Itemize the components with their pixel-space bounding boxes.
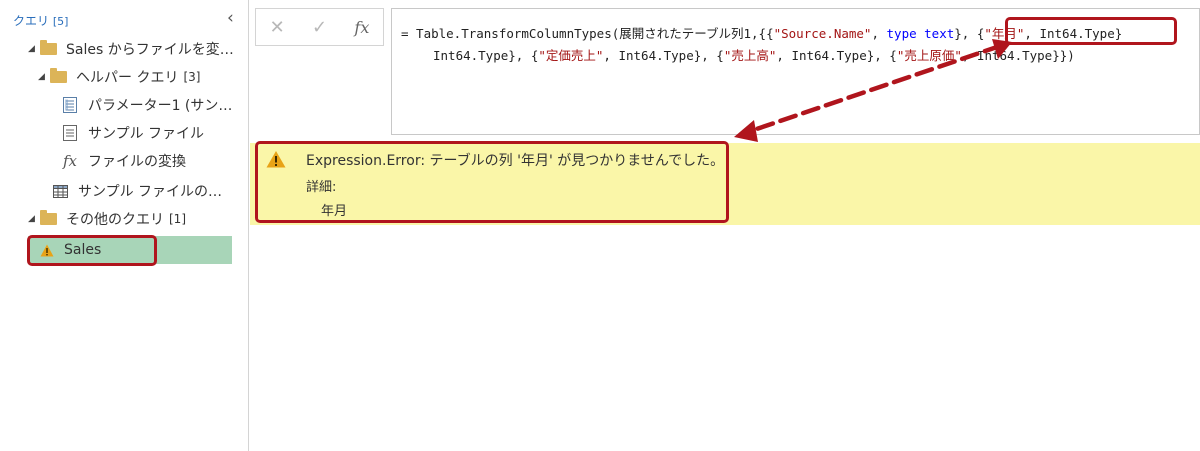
tree-group-other-queries[interactable]: ◢ その他のクエリ [1]	[28, 206, 246, 232]
queries-pane: クエリ [5] ‹ ◢ Sales からファイルを変… ◢ ヘルパー クエリ […	[0, 0, 249, 451]
tree-item-label: Sales からファイルを変…	[66, 42, 234, 58]
group-count: [1]	[169, 212, 186, 226]
collapse-pane-button[interactable]: ‹	[227, 8, 234, 28]
tree-item-label: Sales	[64, 242, 102, 258]
document-icon	[62, 125, 78, 141]
expand-triangle-icon[interactable]: ◢	[28, 44, 40, 54]
tree-item-label: サンプル ファイルの…	[78, 184, 223, 200]
tree-item-parameter1[interactable]: パラメーター1 (サン…	[62, 92, 246, 118]
tree-item-label: パラメーター1 (サン…	[88, 98, 233, 114]
tree-item-sales[interactable]: Sales	[28, 236, 232, 264]
formula-editor[interactable]: = Table.TransformColumnTypes(展開されたテーブル列1…	[391, 8, 1200, 135]
error-title: Expression.Error: テーブルの列 '年月' が見つかりませんでし…	[306, 153, 725, 169]
formula-string: "売上原価"	[896, 48, 962, 63]
tree-group-sales-transform[interactable]: ◢ Sales からファイルを変…	[28, 36, 246, 62]
tree-item-label: ファイルの変換	[88, 154, 186, 170]
function-icon: fx	[62, 152, 77, 170]
error-detail-label: 詳細:	[306, 180, 337, 195]
formula-string: "売上高"	[723, 48, 777, 63]
warning-icon	[40, 244, 54, 256]
error-detail-value: 年月	[321, 204, 348, 219]
table-icon	[52, 183, 68, 199]
formula-code: , Int64.Type}	[1024, 26, 1123, 41]
tree-item-sample-file[interactable]: サンプル ファイル	[62, 120, 246, 146]
group-count: [3]	[183, 70, 201, 84]
folder-icon	[40, 210, 57, 225]
tree-item-label: ヘルパー クエリ	[76, 70, 179, 86]
formula-code: Int64.Type}, {	[433, 48, 539, 63]
folder-icon	[50, 68, 67, 83]
insert-function-button[interactable]: fx	[354, 18, 369, 37]
expand-triangle-icon[interactable]: ◢	[38, 72, 50, 82]
queries-header-label: クエリ	[13, 14, 50, 28]
formula-code: , Int64.Type}, {	[603, 48, 724, 63]
cancel-formula-button[interactable]: ✕	[270, 17, 285, 38]
queries-pane-header: クエリ [5]	[13, 12, 68, 29]
warning-icon	[266, 151, 286, 168]
formula-string-nengetsu: "年月"	[984, 26, 1025, 41]
formula-string: "Source.Name"	[773, 26, 872, 41]
formula-code: , Int64.Type}, {	[776, 48, 897, 63]
formula-code: = Table.TransformColumnTypes(展開されたテーブル列1…	[401, 26, 774, 41]
folder-icon	[40, 40, 57, 55]
tree-item-sample-file-transform[interactable]: サンプル ファイルの…	[52, 178, 246, 204]
formula-line-2: Int64.Type}, {"定価売上", Int64.Type}, {"売上高…	[433, 45, 1075, 64]
tree-group-helper-queries[interactable]: ◢ ヘルパー クエリ [3]	[38, 64, 246, 90]
tree-item-label: サンプル ファイル	[88, 126, 205, 142]
formula-line-1: = Table.TransformColumnTypes(展開されたテーブル列1…	[401, 23, 1122, 42]
queries-header-count: [5]	[52, 15, 69, 28]
formula-code: ,	[871, 26, 887, 41]
parameter-icon	[62, 97, 78, 113]
tree-item-label: その他のクエリ	[66, 212, 164, 228]
formula-string: "定価売上"	[538, 48, 604, 63]
expand-triangle-icon[interactable]: ◢	[28, 214, 40, 224]
formula-code: , Int64.Type}})	[961, 48, 1075, 63]
formula-code: }, {	[954, 26, 985, 41]
formula-keyword: type text	[886, 26, 955, 41]
tree-item-transform-file[interactable]: fx ファイルの変換	[62, 148, 246, 174]
commit-formula-button[interactable]: ✓	[312, 17, 327, 38]
formula-bar-buttons: ✕ ✓ fx	[255, 8, 384, 46]
